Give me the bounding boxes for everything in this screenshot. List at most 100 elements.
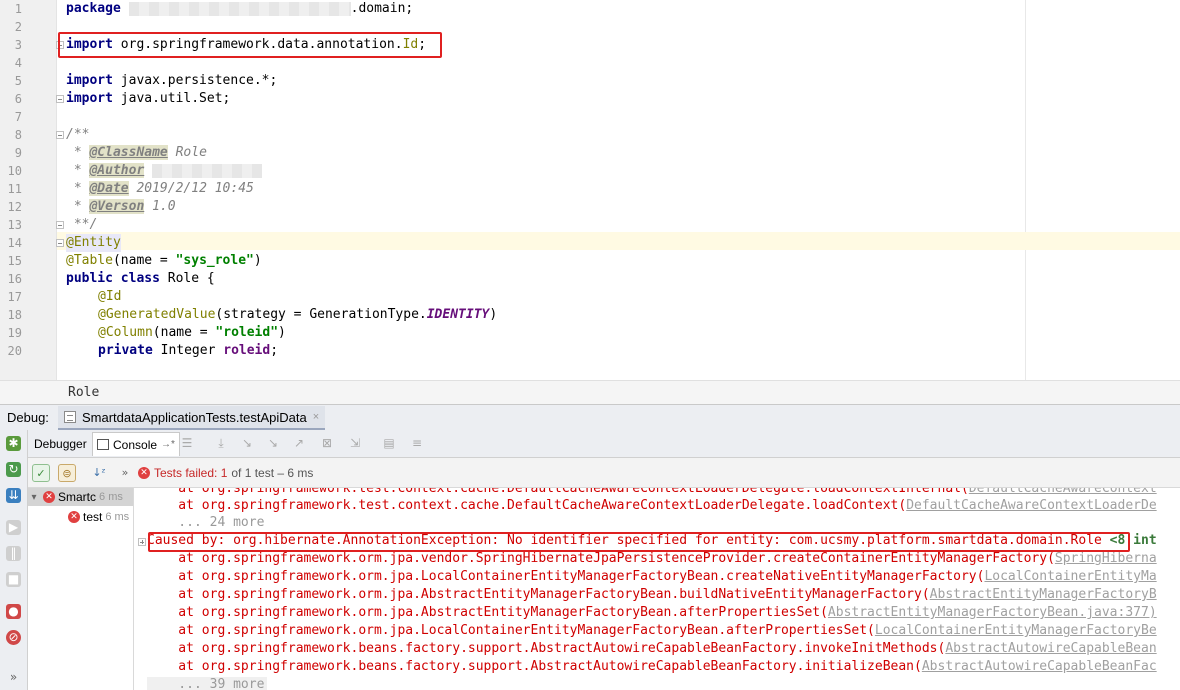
source-link[interactable]: AbstractEntityManagerFactoryB: [930, 587, 1157, 602]
tab-debugger[interactable]: Debugger: [30, 432, 91, 456]
string-literal: "sys_role": [175, 253, 254, 268]
line-number: 5: [14, 74, 22, 88]
console-line: at org.springframework.beans.factory.sup…: [147, 640, 1156, 658]
source-link[interactable]: SpringHiberna: [1055, 551, 1157, 566]
debug-session-tab[interactable]: SmartdataApplicationTests.testApiData ×: [58, 406, 326, 430]
tests-failed-detail: of 1 test – 6 ms: [231, 466, 314, 480]
source-link[interactable]: AbstractAutowireCapableBean: [945, 641, 1156, 656]
source-link[interactable]: LocalContainerEntityMa: [984, 569, 1156, 584]
stack-frame: at org.springframework.orm.jpa.AbstractE…: [147, 587, 930, 602]
rerun-failed-icon[interactable]: ↻: [6, 462, 21, 477]
expand-more-icon[interactable]: »: [6, 670, 21, 685]
step-over-icon[interactable]: ▶: [6, 520, 21, 535]
import-highlight-box: [58, 32, 442, 58]
annotation-args: (strategy = GenerationType.: [215, 307, 427, 322]
chevron-down-icon[interactable]: ▾: [28, 492, 40, 503]
step-over-icon[interactable]: ⤓: [214, 437, 228, 450]
keyword: package: [66, 1, 121, 16]
javadoc-tag: @Author: [89, 163, 145, 178]
console-line[interactable]: ... 39 more: [147, 676, 264, 690]
source-link[interactable]: AbstractEntityManagerFactoryBean.java:37…: [828, 605, 1157, 620]
source-link[interactable]: DefaultCacheAwareContext: [969, 488, 1157, 496]
console-line[interactable]: ... 24 more: [147, 514, 264, 532]
fold-marker-icon[interactable]: [56, 221, 64, 229]
drop-frame-icon[interactable]: ⊠: [320, 437, 334, 450]
code-editor[interactable]: 1 2 3 4 5 6 7 8 9 10 11 12 13 14 15 16 1…: [0, 0, 1180, 380]
sort-alphabetically-icon[interactable]: ↓ᶻ: [90, 464, 108, 482]
debug-actions-strip: ✱ ↻ ⇊ ▶ ‖ ■ ● ⊘ »: [0, 430, 28, 690]
stack-frame: at org.springframework.orm.jpa.AbstractE…: [147, 605, 828, 620]
failed-icon: ✕: [68, 511, 80, 523]
failed-icon: ✕: [138, 467, 150, 479]
comment-prefix: *: [66, 163, 90, 178]
test-runner-toolbar: ✓ ⊜ ↓ᶻ » ✕ Tests failed: 1 of 1 test – 6…: [28, 458, 1180, 488]
comment-prefix: *: [66, 181, 90, 196]
code-line-9: * @ClassName Role: [66, 144, 207, 162]
console-output[interactable]: at org.springframework.test.context.cach…: [135, 488, 1180, 690]
tree-item[interactable]: ▾ ✕ Smartc 6 ms: [28, 488, 133, 506]
show-ignored-icon[interactable]: ⊜: [58, 464, 76, 482]
stack-frame: at org.springframework.beans.factory.sup…: [147, 641, 946, 656]
mute-breakpoints-icon[interactable]: ⊘: [6, 630, 21, 645]
show-passed-icon[interactable]: ✓: [32, 464, 50, 482]
source-link[interactable]: AbstractAutowireCapableBeanFac: [922, 659, 1157, 674]
breadcrumb-item[interactable]: Role: [68, 385, 99, 400]
resume-icon[interactable]: ⇊: [6, 488, 21, 503]
code-line-15: @Table(name = "sys_role"): [66, 252, 262, 270]
debug-bug-icon[interactable]: ✱: [6, 436, 21, 451]
tab-debugger-label: Debugger: [34, 437, 87, 451]
stack-frame: at org.springframework.beans.factory.sup…: [147, 659, 922, 674]
step-into-icon[interactable]: ↘: [240, 437, 254, 450]
field-name: roleid: [223, 343, 271, 358]
run-to-cursor-icon[interactable]: ⇲: [348, 437, 362, 450]
line-number: 11: [7, 182, 22, 196]
code-line-14: @Entity: [66, 234, 121, 252]
fold-marker-icon[interactable]: [138, 538, 146, 546]
code-line-16: public class Role {: [66, 270, 215, 288]
annotation-args: (name =: [112, 253, 176, 268]
breadcrumb: Role: [0, 380, 1180, 404]
string-literal: "roleid": [215, 325, 279, 340]
fold-marker-icon[interactable]: [56, 131, 64, 139]
fold-marker-icon[interactable]: [56, 95, 64, 103]
step-out-icon[interactable]: ↗: [292, 437, 306, 450]
line-number: 17: [7, 290, 22, 304]
evaluate-expression-icon[interactable]: ▤: [382, 437, 396, 450]
view-breakpoints-icon[interactable]: ●: [6, 604, 21, 619]
force-step-into-icon[interactable]: ↘: [266, 437, 280, 450]
fold-marker-icon[interactable]: [56, 239, 64, 247]
debug-title: Debug:: [7, 410, 49, 425]
debug-subtoolbar: Debugger Console →* ☰ ⤓ ↘ ↘ ↗ ⊠ ⇲ ▤ ≡: [28, 430, 1180, 458]
trace-current-stream-icon[interactable]: ≡: [410, 437, 424, 450]
javadoc-tag: @ClassName: [89, 145, 168, 160]
tests-failed-label: Tests failed: 1: [154, 466, 228, 480]
code-line-1: package .domain;: [66, 0, 413, 18]
gutter-separator: [56, 0, 57, 380]
line-number: 14: [7, 236, 22, 250]
more-actions-icon[interactable]: »: [116, 464, 134, 482]
failed-icon: ✕: [43, 491, 55, 503]
javadoc-value: Role: [167, 145, 207, 160]
pause-icon[interactable]: ‖: [6, 546, 21, 561]
close-icon[interactable]: ×: [313, 411, 319, 423]
line-number: 6: [14, 92, 22, 106]
code-line-20: private Integer roleid;: [98, 342, 278, 360]
tree-item[interactable]: ✕ test 6 ms: [28, 508, 133, 526]
console-line: at org.springframework.orm.jpa.vendor.Sp…: [147, 550, 1157, 568]
keyword: import: [66, 73, 113, 88]
source-link[interactable]: LocalContainerEntityManagerFactoryBe: [875, 623, 1157, 638]
comment-prefix: *: [66, 199, 90, 214]
stack-frame: at org.springframework.orm.jpa.vendor.Sp…: [147, 551, 1055, 566]
show-execution-point-icon[interactable]: ☰: [180, 437, 194, 450]
stop-icon[interactable]: ■: [6, 572, 21, 587]
stack-frame: at org.springframework.orm.jpa.LocalCont…: [147, 623, 875, 638]
package-suffix: .domain;: [350, 1, 414, 16]
import-path: java.util.Set;: [112, 91, 231, 106]
code-line-19: @Column(name = "roleid"): [98, 324, 286, 342]
line-number: 19: [7, 326, 22, 340]
source-link[interactable]: DefaultCacheAwareContextLoaderDe: [906, 498, 1156, 513]
javadoc-tag: @Verson: [89, 199, 145, 214]
annotation: @GeneratedValue: [98, 307, 216, 322]
tab-console[interactable]: Console →*: [92, 432, 180, 456]
code-line-10: * @Author: [66, 162, 263, 180]
